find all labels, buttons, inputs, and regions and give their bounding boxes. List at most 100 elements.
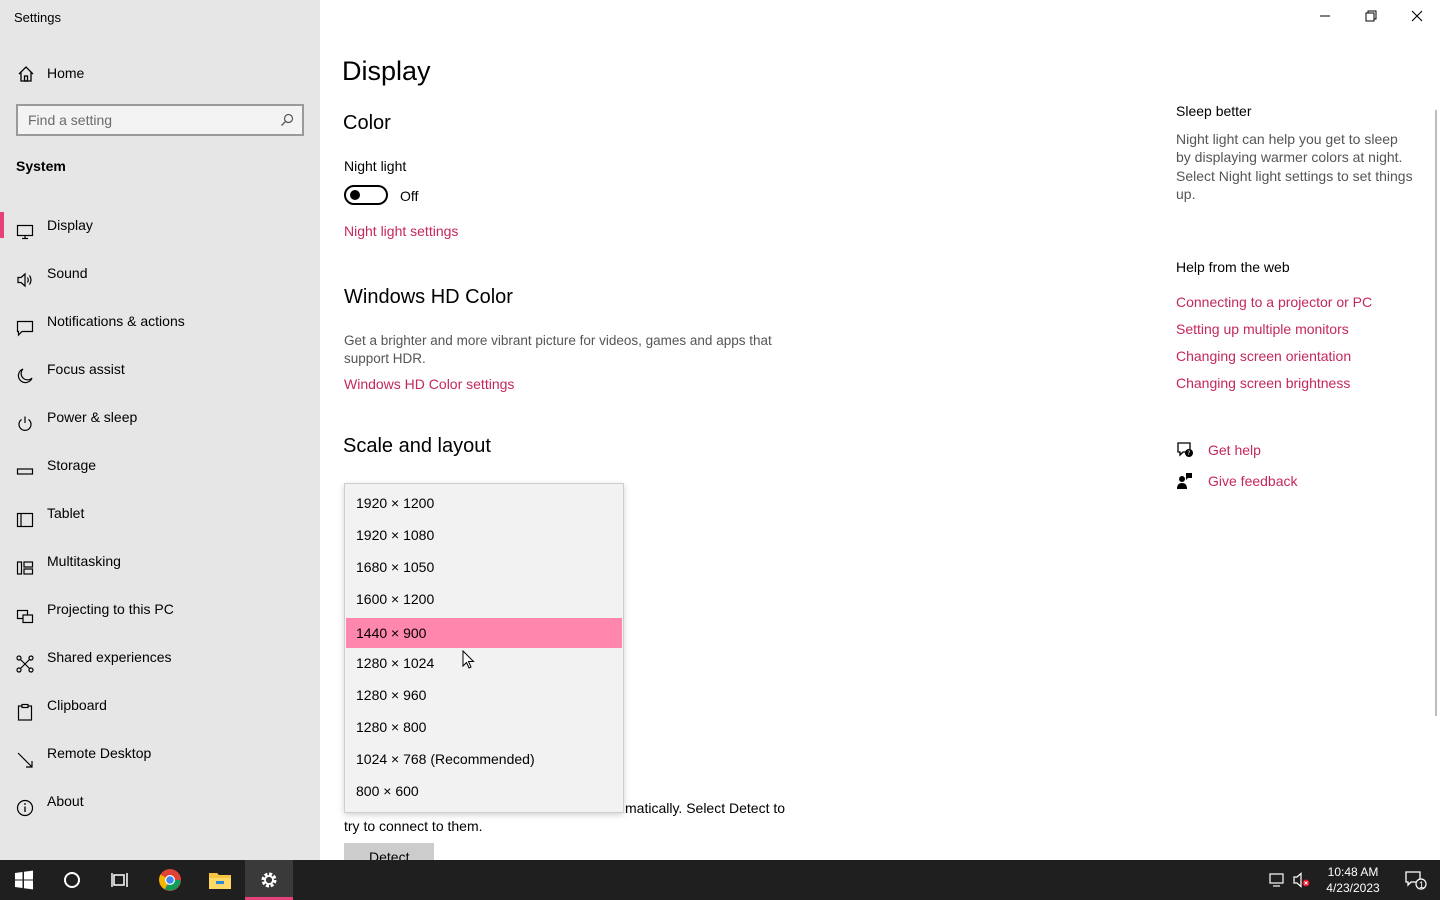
- clock-date: 4/23/2023: [1326, 881, 1380, 895]
- network-icon[interactable]: [1269, 873, 1287, 887]
- scrollbar[interactable]: [1435, 110, 1437, 716]
- sidebar-item-label: Display: [47, 217, 93, 233]
- info-icon: [16, 799, 34, 817]
- moon-icon: [17, 368, 33, 384]
- remote-desktop-icon: [17, 752, 33, 768]
- night-light-toggle[interactable]: [344, 185, 388, 205]
- get-help-icon: ?: [1177, 442, 1193, 457]
- sidebar-item-remote-desktop[interactable]: Remote Desktop: [0, 736, 320, 784]
- sidebar-nav: Display Sound Notifications & actions Fo…: [0, 208, 320, 832]
- minimize-icon: [1320, 15, 1330, 17]
- mouse-cursor-icon: [462, 650, 475, 669]
- toggle-state: Off: [400, 188, 419, 204]
- minimize-button[interactable]: [1302, 0, 1348, 32]
- sidebar-item-label: Focus assist: [47, 361, 125, 377]
- sleep-text-line3: Select Night light settings to set thing…: [1176, 168, 1413, 184]
- clipboard-icon: [17, 703, 33, 721]
- search-input[interactable]: Find a setting: [16, 104, 304, 136]
- detect-description-line2: try to connect to them.: [344, 818, 483, 834]
- sidebar-item-tablet[interactable]: Tablet: [0, 496, 320, 544]
- resolution-option[interactable]: 1280 × 800: [346, 712, 622, 742]
- feedback-icon: [1177, 473, 1192, 489]
- section-title: System: [16, 158, 66, 174]
- sidebar-item-shared-experiences[interactable]: Shared experiences: [0, 640, 320, 688]
- start-button[interactable]: [0, 860, 48, 900]
- resolution-option[interactable]: 1920 × 1080: [346, 520, 622, 550]
- sleep-text-line4: up.: [1176, 186, 1196, 202]
- sidebar-item-label: Storage: [47, 457, 97, 473]
- sidebar: Settings Home Find a setting System Disp…: [0, 0, 320, 860]
- resolution-option[interactable]: 800 × 600: [346, 776, 622, 806]
- night-light-settings-link[interactable]: Night light settings: [344, 223, 458, 239]
- sidebar-item-notifications[interactable]: Notifications & actions: [0, 304, 320, 352]
- resolution-option[interactable]: 1600 × 1200: [346, 584, 622, 614]
- search-taskbar-button[interactable]: [48, 860, 96, 900]
- sidebar-item-label: Projecting to this PC: [47, 601, 174, 617]
- sidebar-home-label: Home: [47, 65, 85, 81]
- sidebar-home[interactable]: Home: [0, 58, 320, 90]
- close-button[interactable]: [1394, 0, 1440, 32]
- sidebar-item-sound[interactable]: Sound: [0, 256, 320, 304]
- task-view-icon: [111, 873, 128, 887]
- settings-taskbar-button[interactable]: [245, 860, 293, 900]
- resolution-option[interactable]: 1280 × 960: [346, 680, 622, 710]
- volume-muted-icon[interactable]: [1293, 872, 1311, 888]
- help-link[interactable]: Connecting to a projector or PC: [1176, 294, 1372, 310]
- help-link[interactable]: Changing screen orientation: [1176, 348, 1351, 364]
- restore-button[interactable]: [1348, 0, 1394, 32]
- sidebar-item-display[interactable]: Display: [0, 208, 320, 256]
- clock-time: 10:48 AM: [1327, 865, 1379, 879]
- svg-text:?: ?: [1187, 450, 1190, 457]
- sidebar-item-power-sleep[interactable]: Power & sleep: [0, 400, 320, 448]
- sleep-text-line1: Night light can help you get to sleep: [1176, 131, 1398, 147]
- resolution-option[interactable]: 1024 × 768 (Recommended): [346, 744, 622, 774]
- detect-button[interactable]: Detect: [344, 843, 434, 860]
- chrome-icon: [159, 869, 181, 891]
- sidebar-item-label: Notifications & actions: [47, 313, 185, 329]
- resolution-option[interactable]: 1920 × 1200: [346, 488, 622, 518]
- gear-icon: [261, 872, 277, 888]
- notification-icon: [16, 320, 34, 337]
- get-help-link[interactable]: Get help: [1208, 442, 1261, 458]
- power-icon: [18, 416, 32, 431]
- sidebar-item-clipboard[interactable]: Clipboard: [0, 688, 320, 736]
- monitor-icon: [16, 224, 34, 240]
- toggle-knob: [350, 190, 360, 200]
- windows-logo-icon: [15, 870, 33, 890]
- hdr-settings-link[interactable]: Windows HD Color settings: [344, 376, 514, 392]
- sidebar-item-storage[interactable]: Storage: [0, 448, 320, 496]
- file-explorer-button[interactable]: [196, 860, 244, 900]
- sidebar-item-label: About: [47, 793, 84, 809]
- resolution-option[interactable]: 1680 × 1050: [346, 552, 622, 582]
- main-content: Display Color Night light Off Night ligh…: [320, 0, 1440, 860]
- sidebar-item-about[interactable]: About: [0, 784, 320, 832]
- taskbar: 10:48 AM 4/23/2023 1: [0, 860, 1440, 900]
- close-icon: [1411, 10, 1423, 22]
- resolution-option-selected[interactable]: 1440 × 900: [346, 618, 622, 648]
- sleep-text-line2: by displaying warmer colors at night.: [1176, 149, 1403, 165]
- sidebar-item-multitasking[interactable]: Multitasking: [0, 544, 320, 592]
- sidebar-item-focus-assist[interactable]: Focus assist: [0, 352, 320, 400]
- sidebar-item-projecting[interactable]: Projecting to this PC: [0, 592, 320, 640]
- system-clock[interactable]: 10:48 AM 4/23/2023: [1318, 864, 1388, 896]
- speaker-icon: [17, 272, 32, 288]
- hdr-heading: Windows HD Color: [344, 286, 513, 308]
- search-icon[interactable]: [280, 113, 294, 127]
- resolution-dropdown[interactable]: 1920 × 1200 1920 × 1080 1680 × 1050 1600…: [344, 483, 624, 813]
- sidebar-item-label: Power & sleep: [47, 409, 138, 425]
- chrome-button[interactable]: [146, 860, 194, 900]
- share-icon: [16, 655, 34, 673]
- give-feedback-link[interactable]: Give feedback: [1208, 473, 1298, 489]
- action-center-button[interactable]: 1: [1392, 860, 1440, 900]
- task-view-button[interactable]: [96, 860, 144, 900]
- help-link[interactable]: Changing screen brightness: [1176, 375, 1350, 391]
- resolution-option[interactable]: 1280 × 1024: [346, 648, 622, 678]
- hdr-description-line2: support HDR.: [344, 351, 426, 366]
- help-link[interactable]: Setting up multiple monitors: [1176, 321, 1349, 337]
- folder-icon: [209, 873, 231, 889]
- night-light-label: Night light: [344, 158, 407, 174]
- sidebar-item-label: Remote Desktop: [47, 745, 152, 761]
- sidebar-item-label: Multitasking: [47, 553, 121, 569]
- search-placeholder: Find a setting: [28, 112, 113, 128]
- detect-button-label: Detect: [369, 849, 410, 860]
